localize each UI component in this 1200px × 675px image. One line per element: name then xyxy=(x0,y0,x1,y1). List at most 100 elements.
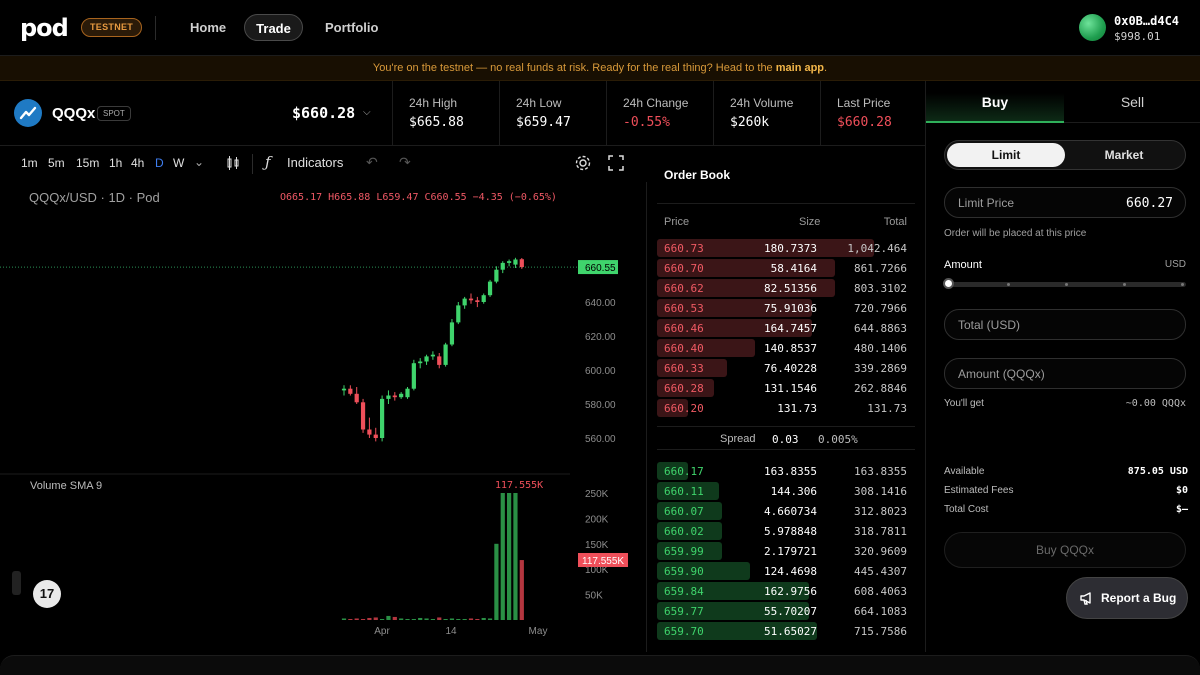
ask-row[interactable]: 660.62 82.51356 803.3102 xyxy=(657,279,915,297)
limit-price-note: Order will be placed at this price xyxy=(944,228,1087,239)
slider-tick-100[interactable] xyxy=(1181,283,1184,286)
volume-bar xyxy=(456,618,461,620)
ask-row[interactable]: 660.28 131.1546 262.8846 xyxy=(657,379,915,397)
wallet-avatar[interactable] xyxy=(1079,14,1106,41)
order-type-market[interactable]: Market xyxy=(1065,143,1183,167)
order-size: 75.91036 xyxy=(764,302,817,315)
timeframe-1h[interactable]: 1h xyxy=(109,156,122,170)
main-app-link[interactable]: main app xyxy=(776,62,824,74)
indicators-button[interactable]: Indicators xyxy=(287,155,343,170)
bid-row[interactable]: 659.84 162.9756 608.4063 xyxy=(657,582,915,600)
function-icon[interactable]: ƒ xyxy=(265,153,271,171)
slider-handle[interactable] xyxy=(943,278,954,289)
total-cost-row: Total Cost $– xyxy=(944,504,1188,515)
market-symbol[interactable]: QQQx xyxy=(52,105,95,122)
spread-percent: 0.005% xyxy=(818,433,858,446)
amount-qqqx-input[interactable]: Amount (QQQx) xyxy=(944,358,1186,389)
bid-row[interactable]: 660.11 144.306 308.1416 xyxy=(657,482,915,500)
timeframe-4h[interactable]: 4h xyxy=(131,156,144,170)
slider-tick-50[interactable] xyxy=(1065,283,1068,286)
side-tabs: Buy Sell xyxy=(926,81,1200,123)
report-bug-button[interactable]: Report a Bug xyxy=(1066,577,1188,619)
toolbar-divider xyxy=(252,154,253,174)
bid-row[interactable]: 659.99 2.179721 320.9609 xyxy=(657,542,915,560)
youll-get-value: ~0.00 QQQx xyxy=(1125,398,1186,409)
timeframe-d[interactable]: D xyxy=(155,156,164,170)
wallet-address[interactable]: 0x0B…d4C4 xyxy=(1114,14,1179,28)
nav-divider xyxy=(155,16,156,40)
tab-sell[interactable]: Sell xyxy=(1064,81,1200,123)
volume-bar xyxy=(487,618,493,620)
bid-row[interactable]: 660.07 4.660734 312.8023 xyxy=(657,502,915,520)
price-chart[interactable]: 660.00640.00620.00600.00580.00560.00250K… xyxy=(0,182,647,652)
chevron-down-icon[interactable]: ⌵ xyxy=(363,107,371,118)
bid-row[interactable]: 660.02 5.978848 318.7811 xyxy=(657,522,915,540)
candle-body xyxy=(341,388,347,391)
timeframe-w[interactable]: W xyxy=(173,156,184,170)
panel-handle[interactable] xyxy=(12,571,21,595)
candle-body xyxy=(487,281,493,296)
total-usd-input[interactable]: Total (USD) xyxy=(944,309,1186,340)
tab-buy[interactable]: Buy xyxy=(926,81,1064,123)
order-price: 660.40 xyxy=(664,342,704,355)
y-tick-label: 560.00 xyxy=(585,434,616,445)
buy-qqqx-button[interactable]: Buy QQQx xyxy=(944,532,1186,568)
y-tick-label: 620.00 xyxy=(585,332,616,343)
bid-row[interactable]: 660.17 163.8355 163.8355 xyxy=(657,462,915,480)
chart-toolbar: 1m 5m 15m 1h 4h D W ⌄ ƒ Indicators ↶ ↷ xyxy=(0,146,647,182)
market-price[interactable]: $660.28 xyxy=(292,104,355,122)
undo-icon[interactable]: ↶ xyxy=(366,154,378,171)
ask-row[interactable]: 660.53 75.91036 720.7966 xyxy=(657,299,915,317)
ask-row[interactable]: 660.70 58.4164 861.7266 xyxy=(657,259,915,277)
redo-icon[interactable]: ↷ xyxy=(399,154,411,171)
volume-tick-label: 250K xyxy=(585,489,609,500)
volume-bar xyxy=(519,560,524,620)
ask-row[interactable]: 660.73 180.7373 1,042.464 xyxy=(657,239,915,257)
order-total: 312.8023 xyxy=(854,505,907,518)
fullscreen-icon[interactable] xyxy=(608,155,624,171)
order-size: 82.51356 xyxy=(764,282,817,295)
order-price: 660.53 xyxy=(664,302,704,315)
ask-row[interactable]: 660.20 131.73 131.73 xyxy=(657,399,915,417)
fees-row: Estimated Fees $0 xyxy=(944,485,1188,496)
candle-body xyxy=(449,322,455,345)
bid-row[interactable]: 659.90 124.4698 445.4307 xyxy=(657,562,915,580)
fees-value: $0 xyxy=(1175,485,1188,496)
amount-slider[interactable] xyxy=(943,278,1186,290)
volume-bar xyxy=(468,618,474,620)
bid-row[interactable]: 659.70 51.65027 715.7586 xyxy=(657,622,915,640)
ask-row[interactable]: 660.46 164.7457 644.8863 xyxy=(657,319,915,337)
slider-tick-25[interactable] xyxy=(1007,283,1010,286)
ask-row[interactable]: 660.40 140.8537 480.1406 xyxy=(657,339,915,357)
stat-value: $660.28 xyxy=(837,115,892,130)
gear-icon[interactable] xyxy=(574,154,592,172)
order-type-limit[interactable]: Limit xyxy=(947,143,1065,167)
limit-price-field[interactable]: Limit Price 660.27 xyxy=(944,187,1186,218)
order-price: 660.02 xyxy=(664,525,704,538)
stat-value: $665.88 xyxy=(409,115,464,130)
spot-badge: SPOT xyxy=(97,106,131,121)
volume-bar xyxy=(405,618,410,620)
pod-logo[interactable]: pod xyxy=(20,14,76,42)
nav-portfolio[interactable]: Portfolio xyxy=(325,14,378,41)
chart-canvas[interactable]: 660.00640.00620.00600.00580.00560.00250K… xyxy=(0,182,647,652)
nav-home[interactable]: Home xyxy=(190,14,226,41)
chevron-down-icon[interactable]: ⌄ xyxy=(194,155,204,169)
bid-row[interactable]: 659.77 55.70207 664.1083 xyxy=(657,602,915,620)
ask-row[interactable]: 660.33 76.40228 339.2869 xyxy=(657,359,915,377)
order-total: 308.1416 xyxy=(854,485,907,498)
testnet-badge: TESTNET xyxy=(81,18,143,37)
timeframe-15m[interactable]: 15m xyxy=(76,156,99,170)
limit-price-value[interactable]: 660.27 xyxy=(1126,196,1173,211)
candle-body xyxy=(430,354,435,357)
amount-unit[interactable]: USD xyxy=(1165,259,1186,270)
amount-label: Amount xyxy=(944,259,982,271)
candle-style-icon[interactable] xyxy=(225,155,241,171)
slider-tick-75[interactable] xyxy=(1123,283,1126,286)
nav-trade[interactable]: Trade xyxy=(244,14,303,41)
tradingview-logo[interactable]: 17 xyxy=(33,580,61,608)
order-total: 320.9609 xyxy=(854,545,907,558)
timeframe-5m[interactable]: 5m xyxy=(48,156,65,170)
volume-bar xyxy=(513,493,518,620)
timeframe-1m[interactable]: 1m xyxy=(21,156,38,170)
